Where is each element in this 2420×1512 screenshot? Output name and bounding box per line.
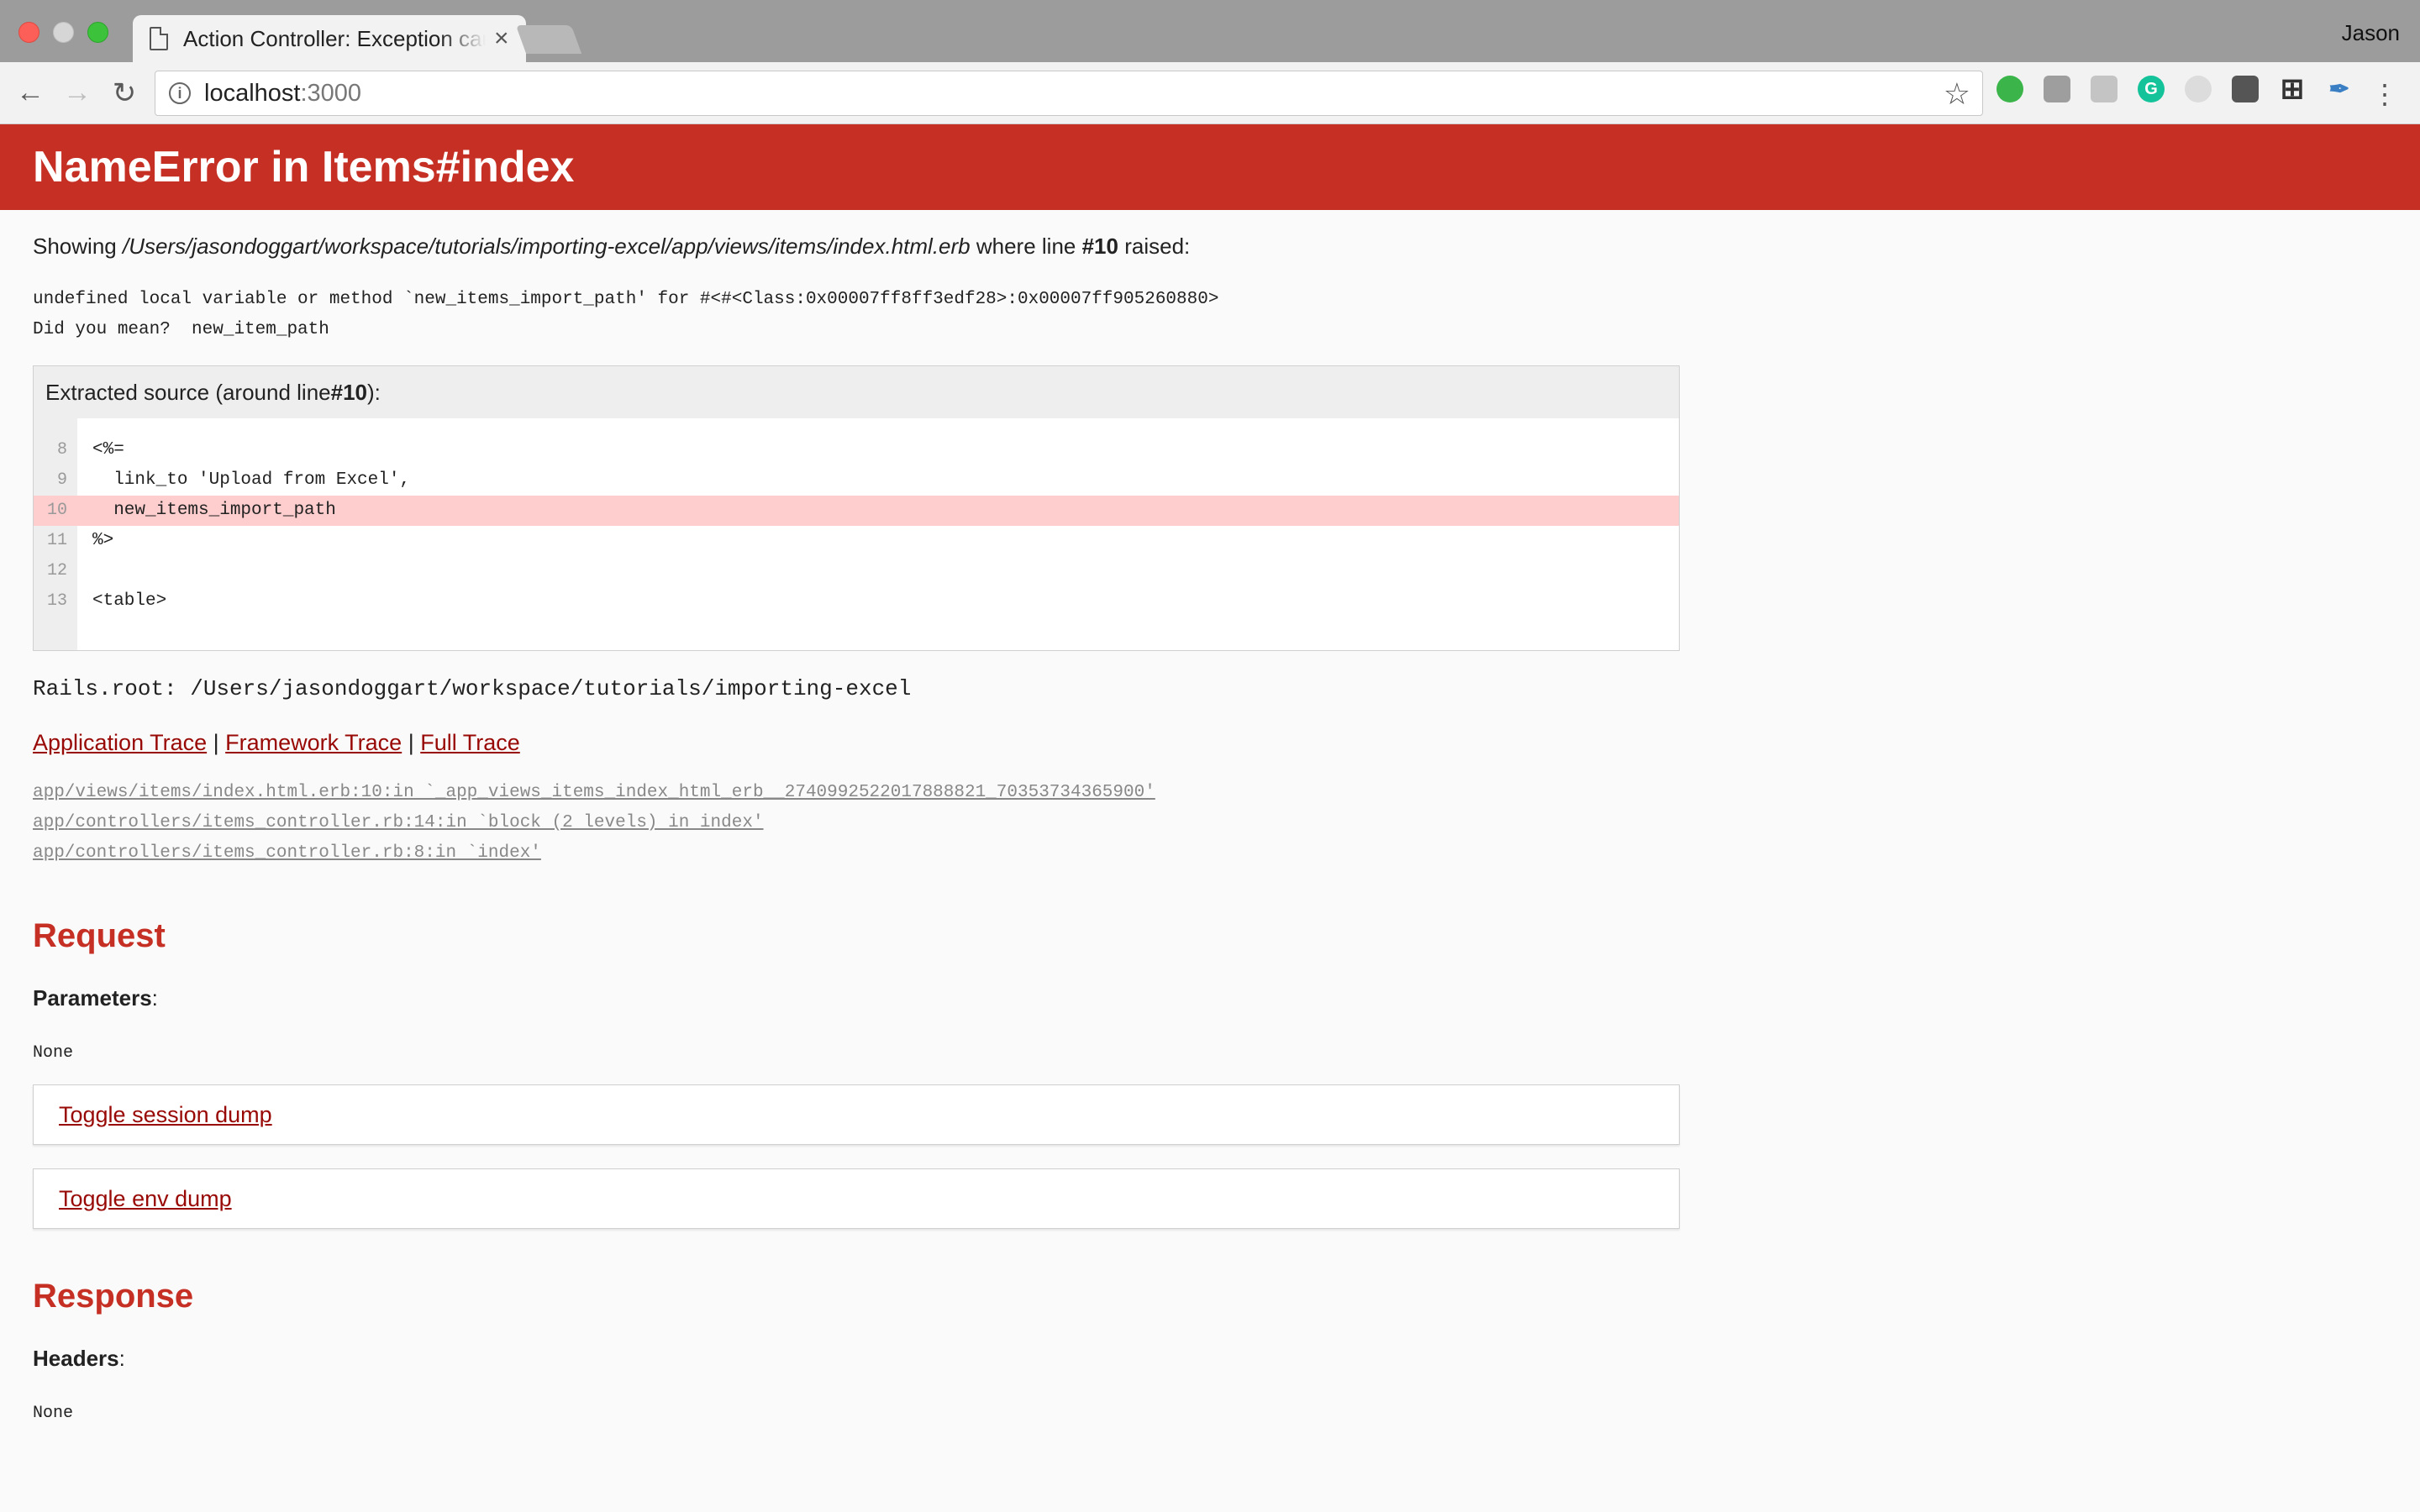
toggle-env-dump-link[interactable]: Toggle env dump (59, 1186, 232, 1212)
session-dump-box: Toggle session dump (33, 1084, 1680, 1145)
rails-root: Rails.root: /Users/jasondoggart/workspac… (33, 676, 912, 701)
close-window-button[interactable] (18, 22, 39, 43)
headers-value: None (33, 1404, 74, 1423)
error-content: Showing /Users/jasondoggart/workspace/tu… (0, 234, 2420, 1423)
line-number: 13 (46, 591, 67, 611)
eyedropper-extension-icon[interactable]: ✒ (2326, 76, 2353, 103)
env-dump-box: Toggle env dump (33, 1168, 1680, 1229)
extracted-source-title: Extracted source (around line #10): (34, 366, 1679, 418)
new-tab-button[interactable] (515, 25, 582, 54)
trace-entry[interactable]: app/controllers/items_controller.rb:14:i… (33, 808, 2387, 838)
request-heading: Request (33, 917, 166, 954)
profile-name[interactable]: Jason (2342, 20, 2400, 46)
page-content: NameError in Items#index Showing /Users/… (0, 124, 2420, 1512)
code-column: <%= link_to 'Upload from Excel', new_ite… (77, 435, 1679, 617)
template-path: /Users/jasondoggart/workspace/tutorials/… (122, 234, 971, 259)
maximize-window-button[interactable] (87, 22, 108, 43)
response-heading: Response (33, 1278, 194, 1315)
back-arrow-icon[interactable]: ← (13, 76, 47, 110)
extension-icon[interactable] (2185, 76, 2212, 102)
code-line: <%= (92, 440, 124, 459)
reload-icon[interactable]: ↻ (108, 76, 141, 110)
line-number: 11 (46, 531, 67, 550)
extension-icon[interactable] (2091, 76, 2118, 102)
forward-arrow-icon[interactable]: → (60, 76, 94, 110)
did-you-mean-line: Did you mean? new_item_path (33, 320, 329, 339)
extension-icon[interactable] (2044, 76, 2070, 102)
browser-toolbar: ← → ↻ i localhost:3000 ☆ G ⊞ ✒ ⋮ (0, 62, 2420, 124)
code-line: %> (92, 531, 114, 550)
code-line: link_to 'Upload from Excel', (92, 470, 411, 490)
tab-title: Action Controller: Exception caught (183, 25, 486, 51)
trace-entry[interactable]: app/controllers/items_controller.rb:8:in… (33, 838, 2387, 869)
framework-trace-link[interactable]: Framework Trace (225, 730, 402, 755)
showing-line: Showing /Users/jasondoggart/workspace/tu… (33, 234, 1191, 259)
browser-tabstrip: Action Controller: Exception caught × Ja… (0, 0, 2420, 62)
headers-label: Headers: (33, 1346, 125, 1371)
star-icon[interactable]: ☆ (1944, 76, 1970, 112)
trace-entry[interactable]: app/views/items/index.html.erb:10:in `_a… (33, 778, 2387, 808)
error-header: NameError in Items#index (0, 124, 2420, 210)
trace-list: app/views/items/index.html.erb:10:in `_a… (33, 778, 2387, 869)
error-message-line: undefined local variable or method `new_… (33, 290, 1219, 309)
line-ref: #10 (1081, 234, 1118, 259)
trace-links: Application Trace | Framework Trace | Fu… (33, 730, 520, 755)
url-port: :3000 (300, 79, 362, 107)
application-trace-link[interactable]: Application Trace (33, 730, 207, 755)
info-icon[interactable]: i (169, 82, 191, 104)
crop-extension-icon[interactable]: ⊞ (2279, 73, 2306, 105)
line-number-gutter: 8 9 10 11 12 13 (34, 418, 77, 650)
minimize-window-button[interactable] (53, 22, 74, 43)
error-message: undefined local variable or method `new_… (33, 285, 2387, 345)
active-tab[interactable]: Action Controller: Exception caught × (133, 15, 526, 62)
lightbulb-extension-icon[interactable] (2232, 76, 2259, 102)
extracted-source-box: Extracted source (around line #10): 8 9 … (33, 365, 1680, 651)
parameters-value: None (33, 1043, 74, 1063)
error-title: NameError in Items#index (33, 143, 575, 192)
line-number: 12 (46, 561, 67, 580)
tab-close-icon[interactable]: × (494, 24, 509, 53)
source-code: 8 9 10 11 12 13 <%= link_to 'Upload from… (34, 418, 1679, 650)
address-bar[interactable]: i localhost:3000 ☆ (155, 71, 1983, 116)
line-number-highlighted: 10 (34, 496, 77, 526)
grammarly-extension-icon[interactable]: G (2138, 76, 2165, 102)
menu-dots-icon[interactable]: ⋮ (2371, 81, 2398, 108)
extensions-area: G ⊞ ✒ (1996, 73, 2373, 105)
code-line: <table> (92, 591, 167, 611)
toggle-session-dump-link[interactable]: Toggle session dump (59, 1102, 272, 1128)
line-number: 9 (56, 470, 67, 490)
line-number: 8 (56, 440, 67, 459)
evernote-extension-icon[interactable] (1996, 76, 2023, 102)
full-trace-link[interactable]: Full Trace (420, 730, 520, 755)
page-icon (150, 27, 168, 50)
code-line-highlighted: new_items_import_path (77, 496, 1679, 526)
parameters-label: Parameters: (33, 985, 158, 1011)
url-host: localhost (204, 79, 301, 107)
